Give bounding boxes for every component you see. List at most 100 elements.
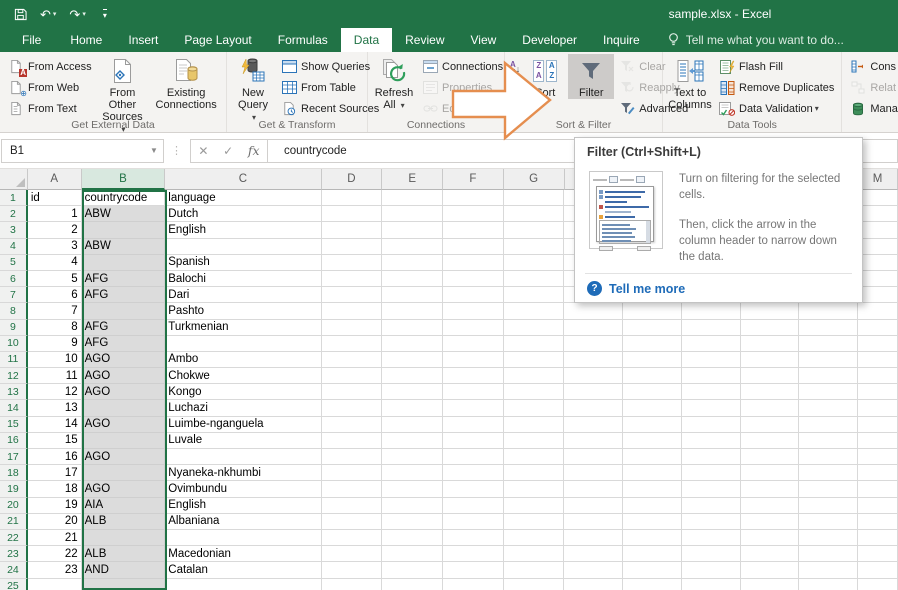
- tab-review[interactable]: Review: [392, 28, 457, 52]
- cell-D10[interactable]: [322, 336, 383, 352]
- cell-A1[interactable]: id: [28, 190, 82, 206]
- cell-G22[interactable]: [504, 530, 565, 546]
- cell-B23[interactable]: ALB: [82, 546, 166, 562]
- cell-G3[interactable]: [504, 222, 565, 238]
- column-header-A[interactable]: A: [28, 169, 82, 190]
- cell-E12[interactable]: [382, 368, 443, 384]
- row-header-5[interactable]: 5: [0, 255, 28, 271]
- cell-E24[interactable]: [382, 562, 443, 578]
- cell-D11[interactable]: [322, 352, 383, 368]
- column-header-M[interactable]: M: [858, 169, 898, 190]
- redo-button[interactable]: ↷▾: [69, 8, 85, 21]
- cell-G1[interactable]: [504, 190, 565, 206]
- cell-K11[interactable]: [741, 352, 800, 368]
- cell-G7[interactable]: [504, 287, 565, 303]
- cell-L24[interactable]: [799, 562, 858, 578]
- cell-E10[interactable]: [382, 336, 443, 352]
- cell-J19[interactable]: [682, 481, 741, 497]
- cell-M19[interactable]: [858, 481, 898, 497]
- cell-I19[interactable]: [623, 481, 682, 497]
- cell-B2[interactable]: ABW: [82, 206, 166, 222]
- cell-D3[interactable]: [322, 222, 383, 238]
- cell-L9[interactable]: [799, 320, 858, 336]
- cell-C25[interactable]: [165, 579, 321, 590]
- cell-C17[interactable]: [165, 449, 321, 465]
- cell-A16[interactable]: 15: [28, 433, 82, 449]
- cell-K8[interactable]: [741, 303, 800, 319]
- cell-H17[interactable]: [564, 449, 623, 465]
- cell-E2[interactable]: [382, 206, 443, 222]
- cell-B22[interactable]: [82, 530, 166, 546]
- cell-I16[interactable]: [623, 433, 682, 449]
- cell-M3[interactable]: [858, 222, 898, 238]
- cell-C7[interactable]: Dari: [165, 287, 321, 303]
- cell-B11[interactable]: AGO: [82, 352, 166, 368]
- cell-B3[interactable]: [82, 222, 166, 238]
- cell-J10[interactable]: [682, 336, 741, 352]
- cell-K15[interactable]: [741, 417, 800, 433]
- cell-L11[interactable]: [799, 352, 858, 368]
- cell-K19[interactable]: [741, 481, 800, 497]
- cell-F19[interactable]: [443, 481, 504, 497]
- filter-button[interactable]: Filter: [568, 54, 614, 99]
- cell-I11[interactable]: [623, 352, 682, 368]
- cell-K13[interactable]: [741, 384, 800, 400]
- row-header-4[interactable]: 4: [0, 239, 28, 255]
- cell-H19[interactable]: [564, 481, 623, 497]
- cell-H24[interactable]: [564, 562, 623, 578]
- cell-A21[interactable]: 20: [28, 514, 82, 530]
- cell-L18[interactable]: [799, 465, 858, 481]
- cell-L8[interactable]: [799, 303, 858, 319]
- cell-K22[interactable]: [741, 530, 800, 546]
- cell-C1[interactable]: language: [165, 190, 321, 206]
- cell-E17[interactable]: [382, 449, 443, 465]
- cell-E6[interactable]: [382, 271, 443, 287]
- enter-formula-icon[interactable]: ✓: [223, 144, 233, 158]
- cell-D18[interactable]: [322, 465, 383, 481]
- cell-H16[interactable]: [564, 433, 623, 449]
- cell-K23[interactable]: [741, 546, 800, 562]
- row-header-17[interactable]: 17: [0, 449, 28, 465]
- row-header-7[interactable]: 7: [0, 287, 28, 303]
- row-header-22[interactable]: 22: [0, 530, 28, 546]
- cell-E11[interactable]: [382, 352, 443, 368]
- cell-E14[interactable]: [382, 400, 443, 416]
- cell-M13[interactable]: [858, 384, 898, 400]
- cell-B21[interactable]: ALB: [82, 514, 166, 530]
- cell-J12[interactable]: [682, 368, 741, 384]
- cell-K18[interactable]: [741, 465, 800, 481]
- cell-C20[interactable]: English: [165, 498, 321, 514]
- cell-H13[interactable]: [564, 384, 623, 400]
- cell-A23[interactable]: 22: [28, 546, 82, 562]
- cell-M16[interactable]: [858, 433, 898, 449]
- from-text-button[interactable]: From Text: [3, 98, 96, 119]
- cell-J25[interactable]: [682, 579, 741, 590]
- cell-M8[interactable]: [858, 303, 898, 319]
- cell-L22[interactable]: [799, 530, 858, 546]
- cell-J11[interactable]: [682, 352, 741, 368]
- cell-I8[interactable]: [623, 303, 682, 319]
- row-header-11[interactable]: 11: [0, 352, 28, 368]
- cell-M9[interactable]: [858, 320, 898, 336]
- data-validation-button[interactable]: Data Validation ▾: [714, 98, 838, 119]
- cell-C11[interactable]: Ambo: [165, 352, 321, 368]
- cell-A24[interactable]: 23: [28, 562, 82, 578]
- cell-M6[interactable]: [858, 271, 898, 287]
- cell-C3[interactable]: English: [165, 222, 321, 238]
- cell-H9[interactable]: [564, 320, 623, 336]
- cell-B5[interactable]: [82, 255, 166, 271]
- existing-connections-button[interactable]: Existing Connections: [149, 54, 223, 111]
- cell-F24[interactable]: [443, 562, 504, 578]
- cell-A12[interactable]: 11: [28, 368, 82, 384]
- cell-F8[interactable]: [443, 303, 504, 319]
- row-header-19[interactable]: 19: [0, 481, 28, 497]
- cell-D15[interactable]: [322, 417, 383, 433]
- cell-C23[interactable]: Macedonian: [165, 546, 321, 562]
- cell-C16[interactable]: Luvale: [165, 433, 321, 449]
- insert-function-icon[interactable]: fx: [248, 143, 260, 158]
- cell-F22[interactable]: [443, 530, 504, 546]
- cell-B20[interactable]: AIA: [82, 498, 166, 514]
- cell-A2[interactable]: 1: [28, 206, 82, 222]
- from-access-button[interactable]: A From Access: [3, 56, 96, 77]
- cell-K10[interactable]: [741, 336, 800, 352]
